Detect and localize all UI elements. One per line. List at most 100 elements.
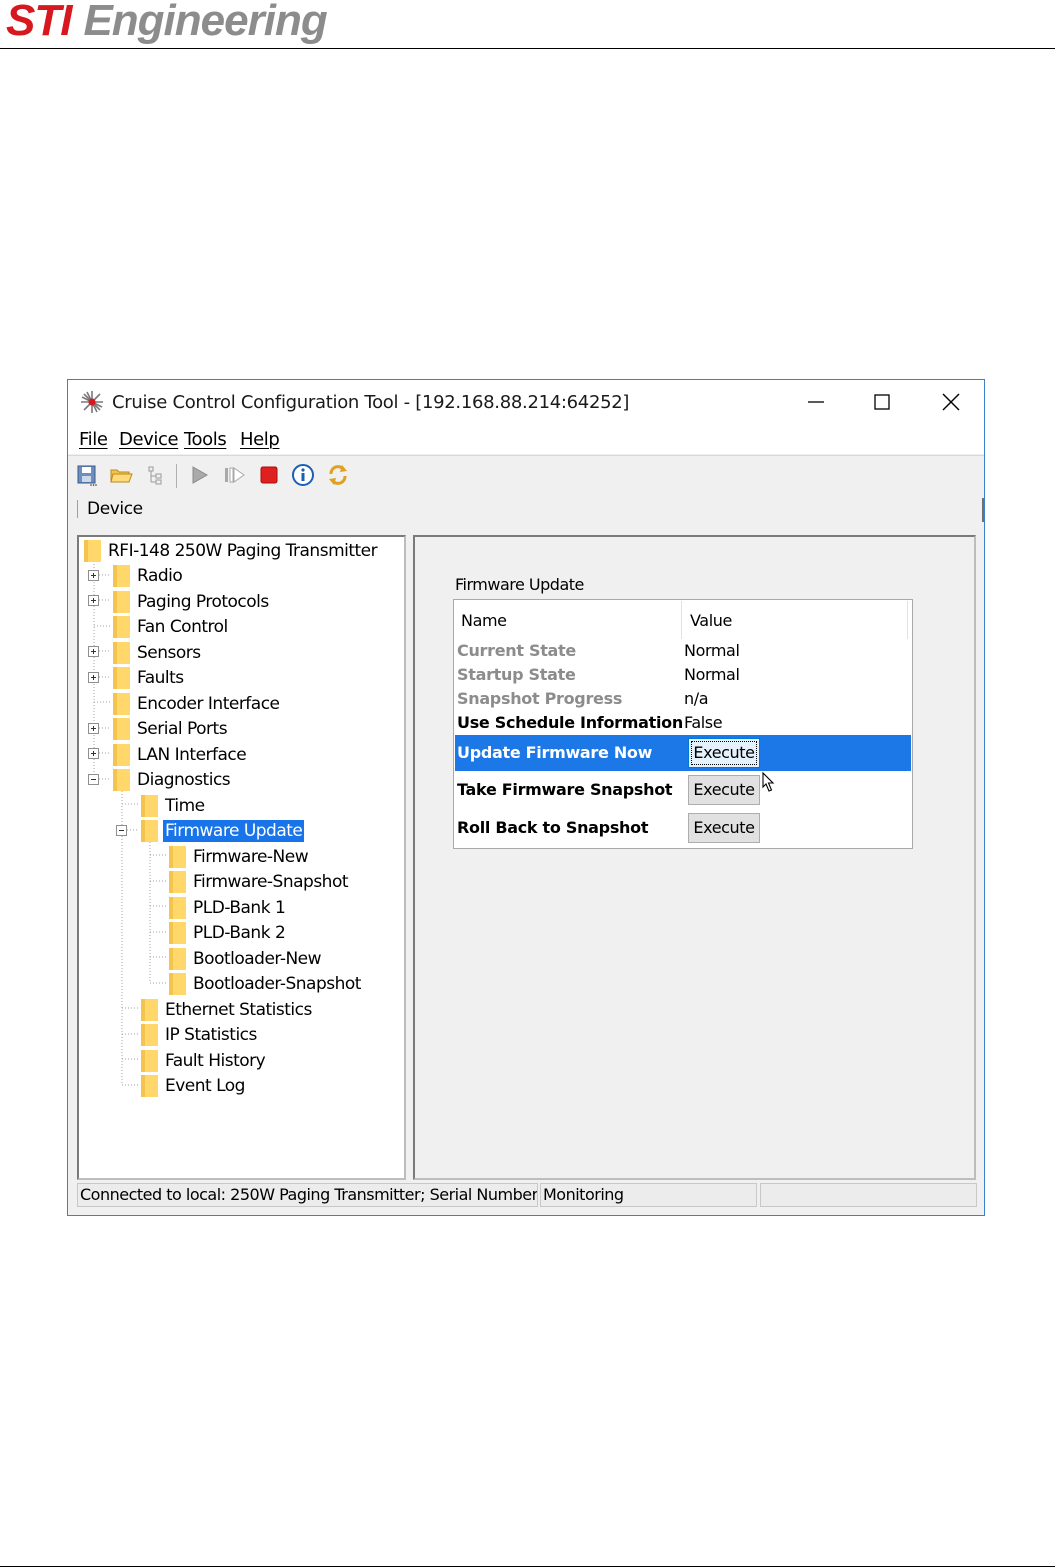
expand-icon[interactable] (88, 595, 99, 606)
take-snapshot-execute-button[interactable]: Execute (688, 775, 760, 805)
mouse-cursor-icon (762, 771, 775, 792)
table-row[interactable]: Snapshot Progress n/a (455, 687, 911, 711)
header-rule (0, 48, 1055, 49)
folder-icon (84, 540, 101, 562)
tree-root[interactable]: RFI-148 250W Paging Transmitter (106, 540, 379, 562)
folder-icon (113, 591, 130, 613)
folder-icon (141, 999, 158, 1021)
device-bar-grip (77, 500, 78, 518)
column-header-value[interactable]: Value (682, 601, 908, 639)
row-value: False (684, 713, 723, 732)
tree-item-diagnostics[interactable]: Diagnostics (135, 769, 232, 791)
play-icon[interactable] (186, 462, 212, 488)
collapse-icon[interactable] (116, 825, 127, 836)
open-folder-icon[interactable] (108, 462, 134, 488)
column-name-label: Name (461, 611, 507, 630)
device-tree[interactable]: RFI-148 250W Paging Transmitter Radio Pa… (77, 535, 406, 1180)
tree-item-pld-bank-2[interactable]: PLD-Bank 2 (191, 922, 287, 944)
info-icon[interactable] (290, 462, 316, 488)
minimize-button[interactable] (794, 386, 838, 418)
tree-item-serial-ports[interactable]: Serial Ports (135, 718, 229, 740)
roll-back-execute-button[interactable]: Execute (688, 813, 760, 843)
status-extra (760, 1183, 977, 1207)
tree-item-paging-protocols[interactable]: Paging Protocols (135, 591, 271, 613)
table-row[interactable]: Take Firmware Snapshot Execute (455, 771, 911, 808)
status-connection: Connected to local: 250W Paging Transmit… (77, 1183, 538, 1207)
expand-icon[interactable] (88, 672, 99, 683)
status-mode: Monitoring (540, 1183, 757, 1207)
window-title: Cruise Control Configuration Tool - [192… (112, 392, 630, 413)
tree-item-time[interactable]: Time (163, 795, 207, 817)
tree-item-faults[interactable]: Faults (135, 667, 186, 689)
footer-rule (0, 1566, 1055, 1567)
column-header-name[interactable]: Name (455, 601, 682, 639)
folder-icon (113, 769, 130, 791)
folder-icon (169, 871, 186, 893)
row-name: Take Firmware Snapshot (457, 780, 673, 799)
row-name: Snapshot Progress (457, 689, 623, 708)
column-value-label: Value (690, 611, 732, 630)
tree-view-icon[interactable] (143, 462, 169, 488)
step-icon[interactable] (221, 462, 247, 488)
folder-icon (169, 948, 186, 970)
row-name: Startup State (457, 665, 576, 684)
tree-item-bootloader-snapshot[interactable]: Bootloader-Snapshot (191, 973, 363, 995)
row-value: n/a (684, 689, 709, 708)
table-row-selected[interactable]: Update Firmware Now Execute (455, 735, 911, 771)
tree-item-pld-bank-1[interactable]: PLD-Bank 1 (191, 897, 287, 919)
row-value: Normal (684, 641, 740, 660)
menu-file[interactable]: File (79, 429, 108, 450)
folder-icon (113, 667, 130, 689)
tree-item-fan-control[interactable]: Fan Control (135, 616, 230, 638)
title-bar[interactable]: Cruise Control Configuration Tool - [192… (68, 380, 984, 424)
row-value: Normal (684, 665, 740, 684)
logo-engineering: Engineering (83, 0, 327, 45)
close-button[interactable] (929, 386, 973, 418)
stop-icon[interactable] (256, 462, 282, 488)
tree-item-encoder-interface[interactable]: Encoder Interface (135, 693, 282, 715)
tree-item-sensors[interactable]: Sensors (135, 642, 203, 664)
tree-item-firmware-snapshot[interactable]: Firmware-Snapshot (191, 871, 350, 893)
menu-help[interactable]: Help (240, 429, 280, 450)
tree-item-firmware-new[interactable]: Firmware-New (191, 846, 310, 868)
menu-tools[interactable]: Tools (184, 429, 227, 450)
folder-icon (113, 744, 130, 766)
row-name: Use Schedule Information (457, 713, 683, 732)
folder-icon (113, 718, 130, 740)
table-row[interactable]: Roll Back to Snapshot Execute (455, 808, 911, 846)
menu-device[interactable]: Device (119, 429, 179, 450)
tree-item-radio[interactable]: Radio (135, 565, 184, 587)
tree-item-firmware-update[interactable]: Firmware Update (163, 820, 305, 842)
table-row[interactable]: Current State Normal (455, 639, 911, 663)
grid-header: Name Value (455, 601, 911, 639)
table-row[interactable]: Startup State Normal (455, 663, 911, 687)
expand-icon[interactable] (88, 646, 99, 657)
expand-icon[interactable] (88, 748, 99, 759)
tree-item-lan-interface[interactable]: LAN Interface (135, 744, 248, 766)
properties-panel: Firmware Update Name Value Current State… (413, 535, 976, 1180)
tree-item-bootloader-new[interactable]: Bootloader-New (191, 948, 323, 970)
property-grid: Name Value Current State Normal Startup … (453, 599, 913, 849)
panel-title: Firmware Update (455, 575, 584, 594)
folder-icon (113, 642, 130, 664)
expand-icon[interactable] (88, 570, 99, 581)
folder-icon (169, 897, 186, 919)
update-firmware-execute-button[interactable]: Execute (688, 738, 760, 768)
device-label[interactable]: Device (87, 499, 143, 519)
tree-item-fault-history[interactable]: Fault History (163, 1050, 267, 1072)
folder-icon (169, 973, 186, 995)
company-logo: STI Engineering (6, 0, 328, 45)
collapse-icon[interactable] (88, 774, 99, 785)
folder-icon (113, 616, 130, 638)
maximize-button[interactable] (860, 386, 904, 418)
table-row[interactable]: Use Schedule Information False (455, 711, 911, 735)
logo-sti: STI (6, 0, 72, 45)
refresh-icon[interactable] (325, 462, 351, 488)
save-icon[interactable] (74, 462, 100, 488)
tree-item-event-log[interactable]: Event Log (163, 1075, 247, 1097)
tree-item-ip-statistics[interactable]: IP Statistics (163, 1024, 259, 1046)
app-starburst-icon (81, 391, 103, 413)
row-name: Roll Back to Snapshot (457, 818, 649, 837)
tree-item-ethernet-statistics[interactable]: Ethernet Statistics (163, 999, 314, 1021)
expand-icon[interactable] (88, 723, 99, 734)
